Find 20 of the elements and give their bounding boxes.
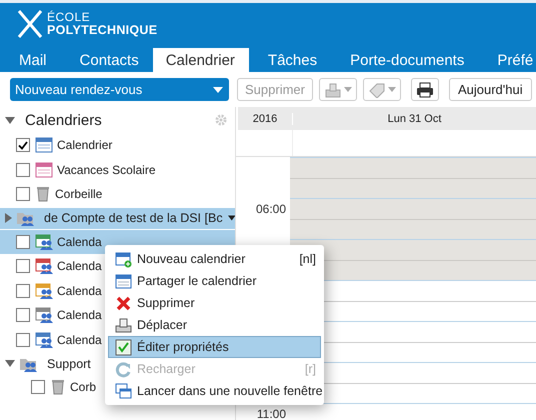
calendar-name: Calenda — [57, 259, 102, 274]
shortcut-label: [nl] — [299, 252, 316, 266]
calendar-name: Vacances Scolaire — [57, 162, 156, 177]
section-title: Calendriers — [25, 112, 103, 128]
calendar-name: Calenda — [57, 284, 102, 298]
account-name: Support — [47, 356, 91, 370]
calendar-name: Calenda — [57, 332, 102, 347]
day-header: Lun 31 Oct — [386, 112, 442, 124]
calendar-name: Corb — [70, 380, 96, 394]
logo-text: ÉCOLE — [47, 11, 90, 24]
calendar-name: Calendrier — [57, 138, 112, 152]
account-name: de Compte de test de la DSI [Bc — [44, 211, 223, 225]
shortcut-label: [r] — [304, 362, 316, 376]
logo-text: POLYTECHNIQUE — [47, 24, 158, 37]
time-label: 06:00 — [256, 202, 286, 216]
calendar-name: Calenda — [57, 308, 102, 322]
year-label: 2016 — [238, 112, 293, 124]
time-label: 11:00 — [256, 407, 286, 420]
calendar-name: Calenda — [57, 234, 102, 249]
calendar-name: Corbeille — [55, 187, 102, 202]
